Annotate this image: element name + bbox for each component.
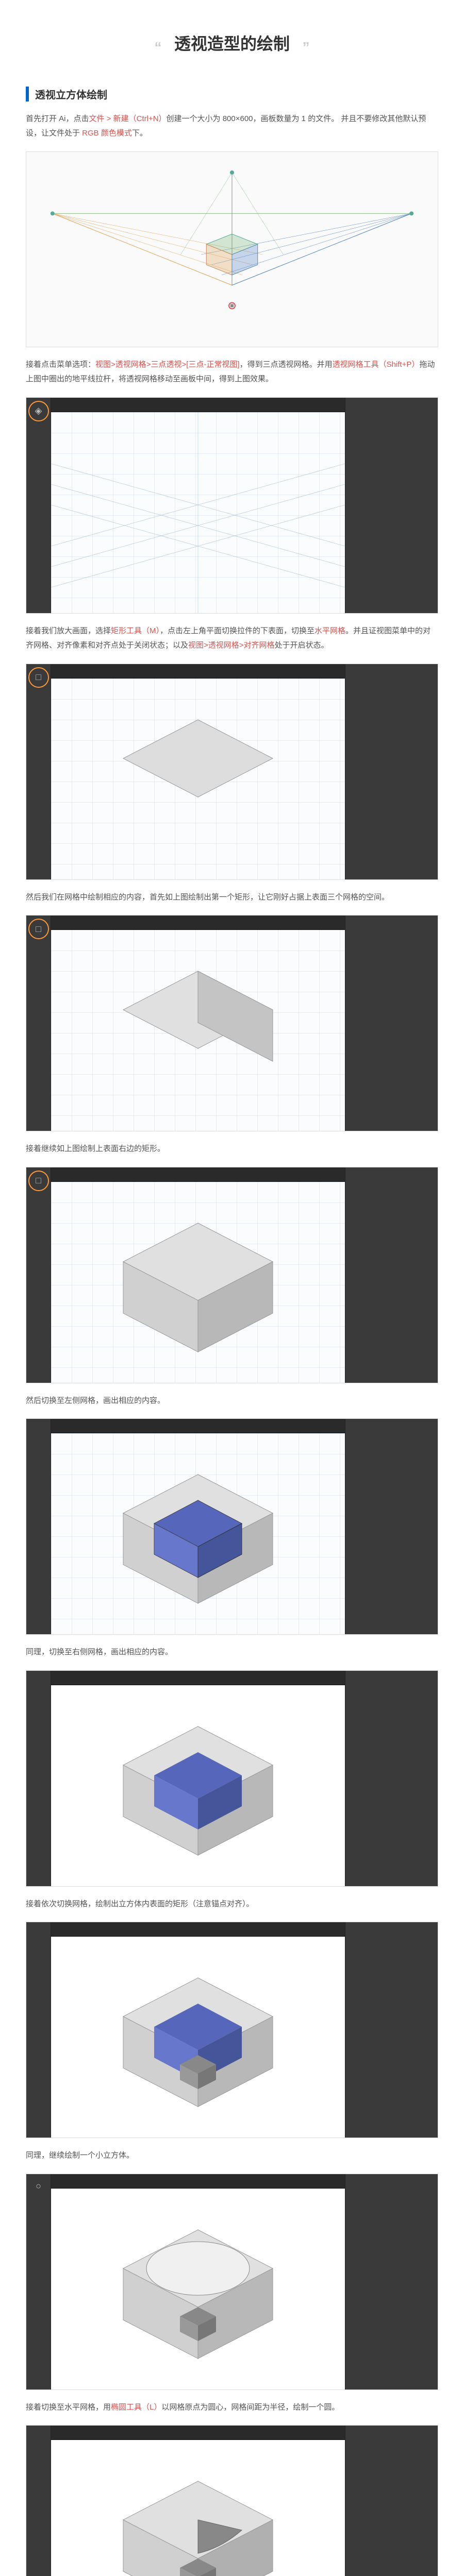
cube-top-face xyxy=(51,679,345,879)
figure-ai-step-7 xyxy=(26,1922,438,2138)
title-section: “ 透视造型的绘制 ” xyxy=(26,21,438,71)
ui-canvas[interactable] xyxy=(51,930,345,1131)
perspective-grid-svg xyxy=(26,152,438,347)
ui-canvas[interactable] xyxy=(51,2440,345,2576)
figure-ai-step-6 xyxy=(26,1670,438,1887)
rectangle-tool-icon[interactable]: □ xyxy=(28,919,49,939)
cube-quarter-svg xyxy=(51,2440,345,2576)
icon-glyph: ○ xyxy=(36,2181,41,2192)
ui-canvas[interactable] xyxy=(51,412,345,613)
paragraph-2: 接着点击菜单选项：视图>透视网格>三点透视>[三点-正常视图]，得到三点透视网格… xyxy=(26,358,438,387)
ui-toolbar: □ xyxy=(26,916,51,1131)
figure-ai-step-5 xyxy=(26,1418,438,1635)
ui-canvas[interactable] xyxy=(51,2189,345,2389)
icon-glyph: □ xyxy=(36,672,41,683)
section-title: 透视立方体绘制 xyxy=(35,87,438,101)
ui-panels xyxy=(345,398,438,613)
cube-svg xyxy=(51,1182,345,1383)
figure-ai-step-2: □ xyxy=(26,664,438,880)
paragraph-4: 然后我们在网格中绘制相应的内容，首先如上图绘制出第一个矩形，让它刚好占据上表面三… xyxy=(26,890,438,905)
paragraph-5: 接着继续如上图绘制上表面右边的矩形。 xyxy=(26,1142,438,1157)
figure-ai-step-3: □ xyxy=(26,915,438,1131)
page-container: “ 透视造型的绘制 ” 透视立方体绘制 首先打开 Ai，点击文件 > 新建（Ct… xyxy=(0,0,464,2576)
ui-canvas[interactable] xyxy=(51,1433,345,1634)
ui-toolbar: ○ xyxy=(26,2174,51,2389)
section-header: 透视立方体绘制 xyxy=(26,87,438,101)
cube-ellipse-svg xyxy=(51,2189,345,2389)
text: ，点击左上角平面切换拉件的下表面，切换至 xyxy=(160,626,314,635)
main-title: 透视造型的绘制 xyxy=(174,31,290,55)
ui-canvas[interactable] xyxy=(51,1182,345,1383)
text: 下。 xyxy=(132,129,147,138)
keyword: 透视网格工具（Shift+P） xyxy=(333,360,420,369)
ui-panels xyxy=(345,1922,438,2138)
keyword: 椭圆工具（L） xyxy=(111,2403,161,2412)
quote-left-icon: “ xyxy=(155,39,162,55)
cube-small-svg xyxy=(51,1937,345,2138)
cube-inner-svg xyxy=(51,1433,345,1634)
figure-ai-step-1: ◈ xyxy=(26,397,438,614)
text: 接着点击菜单选项： xyxy=(26,360,95,369)
cube-inner-svg xyxy=(51,1685,345,1886)
canvas-grid xyxy=(51,412,345,613)
ui-panels xyxy=(345,2174,438,2389)
text: 处于开启状态。 xyxy=(275,641,329,650)
icon-glyph: □ xyxy=(36,924,41,935)
ui-canvas[interactable] xyxy=(51,1937,345,2138)
paragraph-9: 同理，继续绘制一个小立方体。 xyxy=(26,2148,438,2163)
ui-toolbar xyxy=(26,1671,51,1886)
rectangle-tool-icon[interactable]: □ xyxy=(28,1171,49,1191)
ui-panels xyxy=(345,2426,438,2576)
ellipse-tool-icon[interactable]: ○ xyxy=(29,2177,48,2196)
figure-ai-step-4: □ xyxy=(26,1167,438,1383)
text: 以网格原点为圆心，网格间距为半径，绘制一个圆。 xyxy=(161,2403,339,2412)
text: 首先打开 Ai，点击 xyxy=(26,114,89,123)
ui-toolbar: ◈ xyxy=(26,398,51,613)
keyword: 视图>透视网格>三点透视>[三点-正常视图] xyxy=(95,360,240,369)
ui-toolbar: □ xyxy=(26,664,51,879)
text: 接着切换至水平网格，用 xyxy=(26,2403,111,2412)
keyword: 矩形工具（M） xyxy=(111,626,160,635)
keyword: RGB 颜色模式 xyxy=(82,129,132,138)
ui-canvas[interactable] xyxy=(51,679,345,879)
ui-panels xyxy=(345,916,438,1131)
ui-panels xyxy=(345,1419,438,1634)
text: 接着我们放大画面，选择 xyxy=(26,626,111,635)
ui-panels xyxy=(345,664,438,879)
ui-toolbar xyxy=(26,1922,51,2138)
keyword: 水平网格 xyxy=(314,626,345,635)
ui-toolbar xyxy=(26,1419,51,1634)
keyword: 视图>透视网格>对齐网格 xyxy=(188,641,275,650)
figure-ai-step-9 xyxy=(26,2425,438,2576)
paragraph-6: 然后切换至左侧网格，画出相应的内容。 xyxy=(26,1394,438,1409)
ui-toolbar: □ xyxy=(26,1167,51,1383)
perspective-grid-tool-icon[interactable]: ◈ xyxy=(28,401,49,421)
text: ，得到三点透视网格。并用 xyxy=(240,360,333,369)
icon-glyph: ◈ xyxy=(35,405,42,416)
paragraph-1: 首先打开 Ai，点击文件 > 新建（Ctrl+N）创建一个大小为 800×600… xyxy=(26,112,438,141)
keyword: 文件 > 新建（Ctrl+N） xyxy=(89,114,167,123)
paragraph-8: 接着依次切换网格，绘制出立方体内表面的矩形（注意锚点对齐）。 xyxy=(26,1897,438,1912)
quote-right-icon: ” xyxy=(302,39,309,55)
ui-panels xyxy=(345,1167,438,1383)
ui-canvas[interactable] xyxy=(51,1685,345,1886)
figure-perspective-diagram xyxy=(26,151,438,347)
rectangle-tool-icon[interactable]: □ xyxy=(28,667,49,688)
ui-toolbar xyxy=(26,2426,51,2576)
cube-svg xyxy=(51,930,345,1131)
figure-ai-step-8: ○ xyxy=(26,2174,438,2390)
ui-panels xyxy=(345,1671,438,1886)
paragraph-7: 同理，切换至右侧网格，画出相应的内容。 xyxy=(26,1645,438,1660)
icon-glyph: □ xyxy=(36,1175,41,1186)
paragraph-3: 接着我们放大画面，选择矩形工具（M），点击左上角平面切换拉件的下表面，切换至水平… xyxy=(26,624,438,653)
paragraph-10: 接着切换至水平网格，用椭圆工具（L）以网格原点为圆心，网格间距为半径，绘制一个圆… xyxy=(26,2400,438,2415)
